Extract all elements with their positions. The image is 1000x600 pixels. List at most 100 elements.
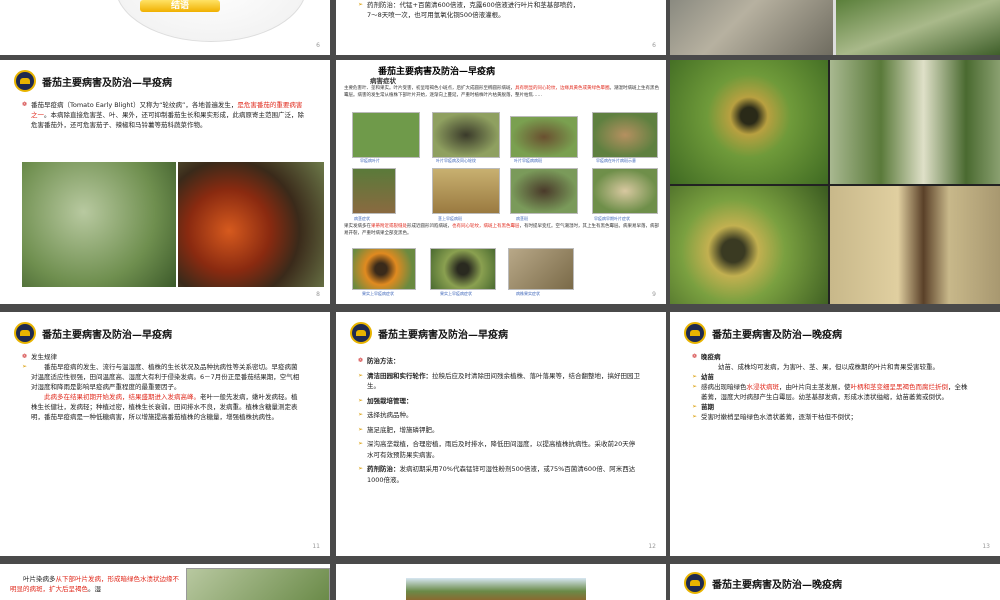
slide-early-blight-symptoms[interactable]: 番茄主要病害及防治—早疫病 病害症状 主要危害叶、茎和果实。叶片受害，初呈暗褐色… (336, 60, 666, 304)
leaf-photo (186, 568, 330, 600)
slide-thumb-6a[interactable]: 结语 6 (0, 0, 330, 55)
slide-title: 番茄主要病害及防治—早疫病 (42, 329, 172, 341)
arrow-bullet-icon: ➢ (22, 363, 28, 370)
symptom-text-highlight: 具有明显的同心轮纹，边缘具黄色或黄绿色晕圈 (515, 86, 610, 91)
caption: 早疫病在叶片病斑示意 (596, 158, 636, 163)
caption: 病茎斑 (516, 216, 528, 221)
method-label: 加强栽培管理： (367, 396, 413, 405)
field-photo (670, 0, 833, 55)
caption: 病茎症状 (354, 216, 370, 221)
leaf-thumb-3 (510, 116, 578, 158)
arrow-bullet-icon: ➢ (692, 383, 698, 390)
leaf-disease-photo (22, 162, 176, 287)
leaf-thumb-2 (432, 112, 500, 158)
flower-bullet-icon: ❁ (692, 353, 698, 360)
fruit-text-highlight: 果蒂附近或裂缝处 (371, 224, 407, 229)
slide-thumb-16[interactable]: 番茄主要病害及防治—晚疫病 (670, 564, 1000, 600)
arrow-bullet-icon: ➢ (692, 373, 698, 380)
section-heading: 发生规律 (31, 353, 57, 361)
method-label: 药剂防治： (367, 465, 400, 473)
arrow-bullet-icon: ➢ (358, 425, 364, 433)
fruit-thumb-1 (352, 248, 416, 290)
tomato-logo-icon (684, 572, 706, 594)
arrow-bullet-icon: ➢ (358, 440, 364, 447)
slide-thumb-7[interactable] (670, 0, 1000, 55)
slide-early-blight-intro[interactable]: 番茄主要病害及防治—早疫病 ❁ 番茄早疫病（Tomato Early Bligh… (0, 60, 330, 304)
stem-thumb-4 (592, 168, 658, 214)
caption: 早疫病早期叶片症状 (594, 216, 630, 221)
pattern-paragraph-1: 番茄早疫病的发生、流行与温湿度、植株的生长状况及品种抗病性等关系密切。早疫病菌对… (31, 363, 300, 391)
stem-lesion-photo (830, 186, 1000, 304)
method-text: 选择抗病品种。 (367, 411, 413, 419)
caption: 叶片早疫病及同心轮纹 (436, 158, 476, 163)
leaf-spot-photo (670, 60, 828, 184)
slide-title: 番茄主要病害及防治—早疫病 (42, 77, 172, 89)
arrow-bullet-icon: ➢ (358, 371, 364, 379)
method-label: 清洁田园和实行轮作： (367, 371, 432, 380)
drug-control-line1: 药剂防治：代锰+百菌清600倍液，克露600倍液进行叶片和茎基部喷药， (367, 1, 580, 9)
arrow-bullet-icon: ➢ (692, 403, 698, 410)
arrow-bullet-icon: ➢ (692, 413, 698, 420)
stem-thumb-1 (352, 168, 396, 214)
page-number: 6 (652, 42, 656, 49)
tomato-logo-icon (14, 322, 36, 344)
fruit-text-highlight-2: 也有同心轮纹，病斑上有黑色霉层 (452, 224, 520, 229)
leaf-thumb-1 (352, 112, 420, 158)
caption: 病株果实症状 (516, 291, 540, 296)
method-text: 发病初期采用70%代森锰锌可湿性粉剂500倍液，或75%百菌清600倍、阿米西达… (367, 465, 636, 484)
arrow-bullet-icon: ➢ (358, 411, 364, 418)
plant-photo (836, 0, 1000, 55)
page-number: 8 (316, 291, 320, 298)
caption: 茎上早疫病斑 (438, 216, 462, 221)
flower-bullet-icon: ❁ (358, 357, 364, 364)
plant-stem-photo (830, 60, 1000, 184)
tomato-logo-icon (684, 322, 706, 344)
arrow-bullet-icon: ➢ (358, 465, 364, 472)
slide-thumb-14[interactable]: 叶片染病多从下部叶片发病，形成暗绿色水渍状边缘不明显的病斑，扩大后呈褐色。湿 (0, 564, 330, 600)
stem-thumb-2 (432, 168, 500, 214)
symptom-text-a: 主要危害叶、茎和果实。叶片受害，初呈暗褐色小斑点，后扩大成圆形至椭圆形病斑， (344, 86, 515, 91)
arrow-bullet-icon: ➢ (358, 1, 364, 8)
slide-occurrence-pattern[interactable]: 番茄主要病害及防治—早疫病 ❁ 发生规律 ➢ 番茄早疫病的发生、流行与温湿度、植株的… (0, 312, 330, 556)
tomato-logo-icon (14, 70, 36, 92)
arrow-bullet-icon: ➢ (358, 396, 364, 404)
method-text: 施足底肥，增施磷钾肥。 (367, 425, 439, 434)
conclusion-button[interactable]: 结语 (140, 0, 220, 12)
page-number: 12 (648, 543, 656, 550)
page-number: 9 (652, 291, 656, 298)
seedling-stage-text: 受害时嫩梢呈暗绿色水渍状萎蔫，逐渐干枯但不倒伏； (701, 413, 857, 421)
flower-bullet-icon: ❁ (22, 101, 28, 108)
late-blight-paragraph-1: 幼苗、成株均可发病，为害叶、茎、果，但以成株期的叶片和青果受害较重。 (718, 363, 939, 371)
intro-text-a: 番茄早疫病（Tomato Early Blight）又称为“轮纹病”，各地普遍发… (31, 101, 238, 109)
page-number: 6 (316, 42, 320, 49)
pattern-highlight: 此病多在结果初期开始发病，结果盛期进入发病高峰。 (44, 393, 200, 401)
slide-title: 番茄主要病害及防治—晚疫病 (712, 579, 842, 591)
flower-bullet-icon: ❁ (22, 353, 28, 360)
page-number: 13 (982, 543, 990, 550)
drug-control-line2: 7～8天喷一次，也可用氢氧化铜500倍液灌根。 (367, 11, 505, 19)
section-heading: 晚疫病 (701, 353, 721, 361)
seedling-highlight-2: 叶柄和茎变细呈黑褐色而腐烂折倒 (850, 383, 949, 391)
slide-photo-collage[interactable] (670, 60, 1000, 304)
caption: 果实上早疫病症状 (440, 291, 472, 296)
leaf-thumb-4 (592, 112, 658, 158)
page-number: 11 (312, 543, 320, 550)
caption: 果实上早疫病症状 (362, 291, 394, 296)
seedling-text-b: ，由叶片向主茎发展，使 (779, 383, 851, 391)
slide-title: 番茄主要病害及防治—晚疫病 (712, 329, 842, 341)
slide-thumb-15[interactable] (336, 564, 666, 600)
section-subtitle: 病害症状 (370, 77, 396, 85)
sub-heading: 苗期 (701, 403, 714, 411)
leaf-text-b: 。湿 (88, 585, 101, 593)
caption: 叶片早疫病病斑 (514, 158, 542, 163)
fruit-thumb-2 (430, 248, 496, 290)
seedling-highlight-1: 水浸状病斑 (746, 383, 780, 391)
slide-title: 番茄主要病害及防治—早疫病 (378, 329, 508, 341)
fruit-text-b: 形成近圆形凹陷病斑， (407, 224, 452, 229)
slide-thumb-6b[interactable]: ➢ 药剂防治：代锰+百菌清600倍液，克露600倍液进行叶片和茎基部喷药， 7～8… (336, 0, 666, 55)
slide-control-methods[interactable]: 番茄主要病害及防治—早疫病 ❁ 防治方法： ➢ 清洁田园和实行轮作：拉秧后应及时清除… (336, 312, 666, 556)
sub-heading: 幼苗 (701, 373, 714, 381)
leaf-lesion-photo (670, 186, 828, 304)
slide-late-blight[interactable]: 番茄主要病害及防治—晚疫病 ❁ 晚疫病 幼苗、成株均可发病，为害叶、茎、果，但以成… (670, 312, 1000, 556)
leaf-text-a: 叶片染病多 (23, 575, 56, 583)
